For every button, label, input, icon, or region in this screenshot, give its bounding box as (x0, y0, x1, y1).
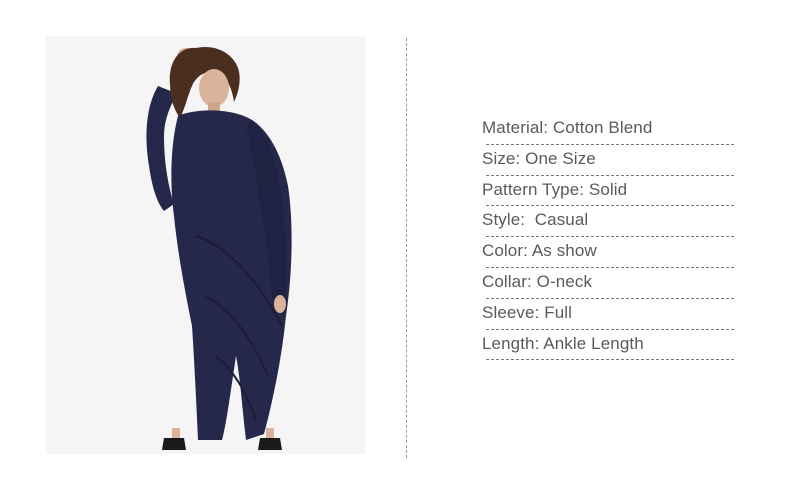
spec-style-text: Style: Casual (482, 210, 589, 230)
spec-pattern-type-text: Pattern Type: Solid (482, 179, 628, 199)
product-spec-list: Material: Cotton Blend Size: One Size Pa… (482, 114, 734, 361)
product-detail-card: Material: Cotton Blend Size: One Size Pa… (0, 0, 800, 500)
spec-row-size: Size: One Size (482, 145, 734, 176)
vertical-divider (406, 38, 407, 458)
spec-size-text: Size: One Size (482, 148, 596, 168)
spec-row-color: Color: As show (482, 237, 734, 268)
spec-row-pattern-type: Pattern Type: Solid (482, 176, 734, 207)
spec-row-material: Material: Cotton Blend (482, 114, 734, 145)
product-photo (46, 36, 365, 454)
dress-model-illustration (46, 36, 365, 454)
spec-row-sleeve: Sleeve: Full (482, 299, 734, 330)
spec-material-text: Material: Cotton Blend (482, 118, 653, 137)
spec-row-style: Style: Casual (482, 206, 734, 237)
spec-row-collar: Collar: O-neck (482, 268, 734, 299)
spec-color-text: Color: As show (482, 241, 597, 261)
spec-collar-text: Collar: O-neck (482, 271, 593, 291)
spec-row-length: Length: Ankle Length (482, 330, 734, 361)
spec-sleeve-text: Sleeve: Full (482, 302, 573, 322)
spec-length-text: Length: Ankle Length (482, 333, 644, 353)
